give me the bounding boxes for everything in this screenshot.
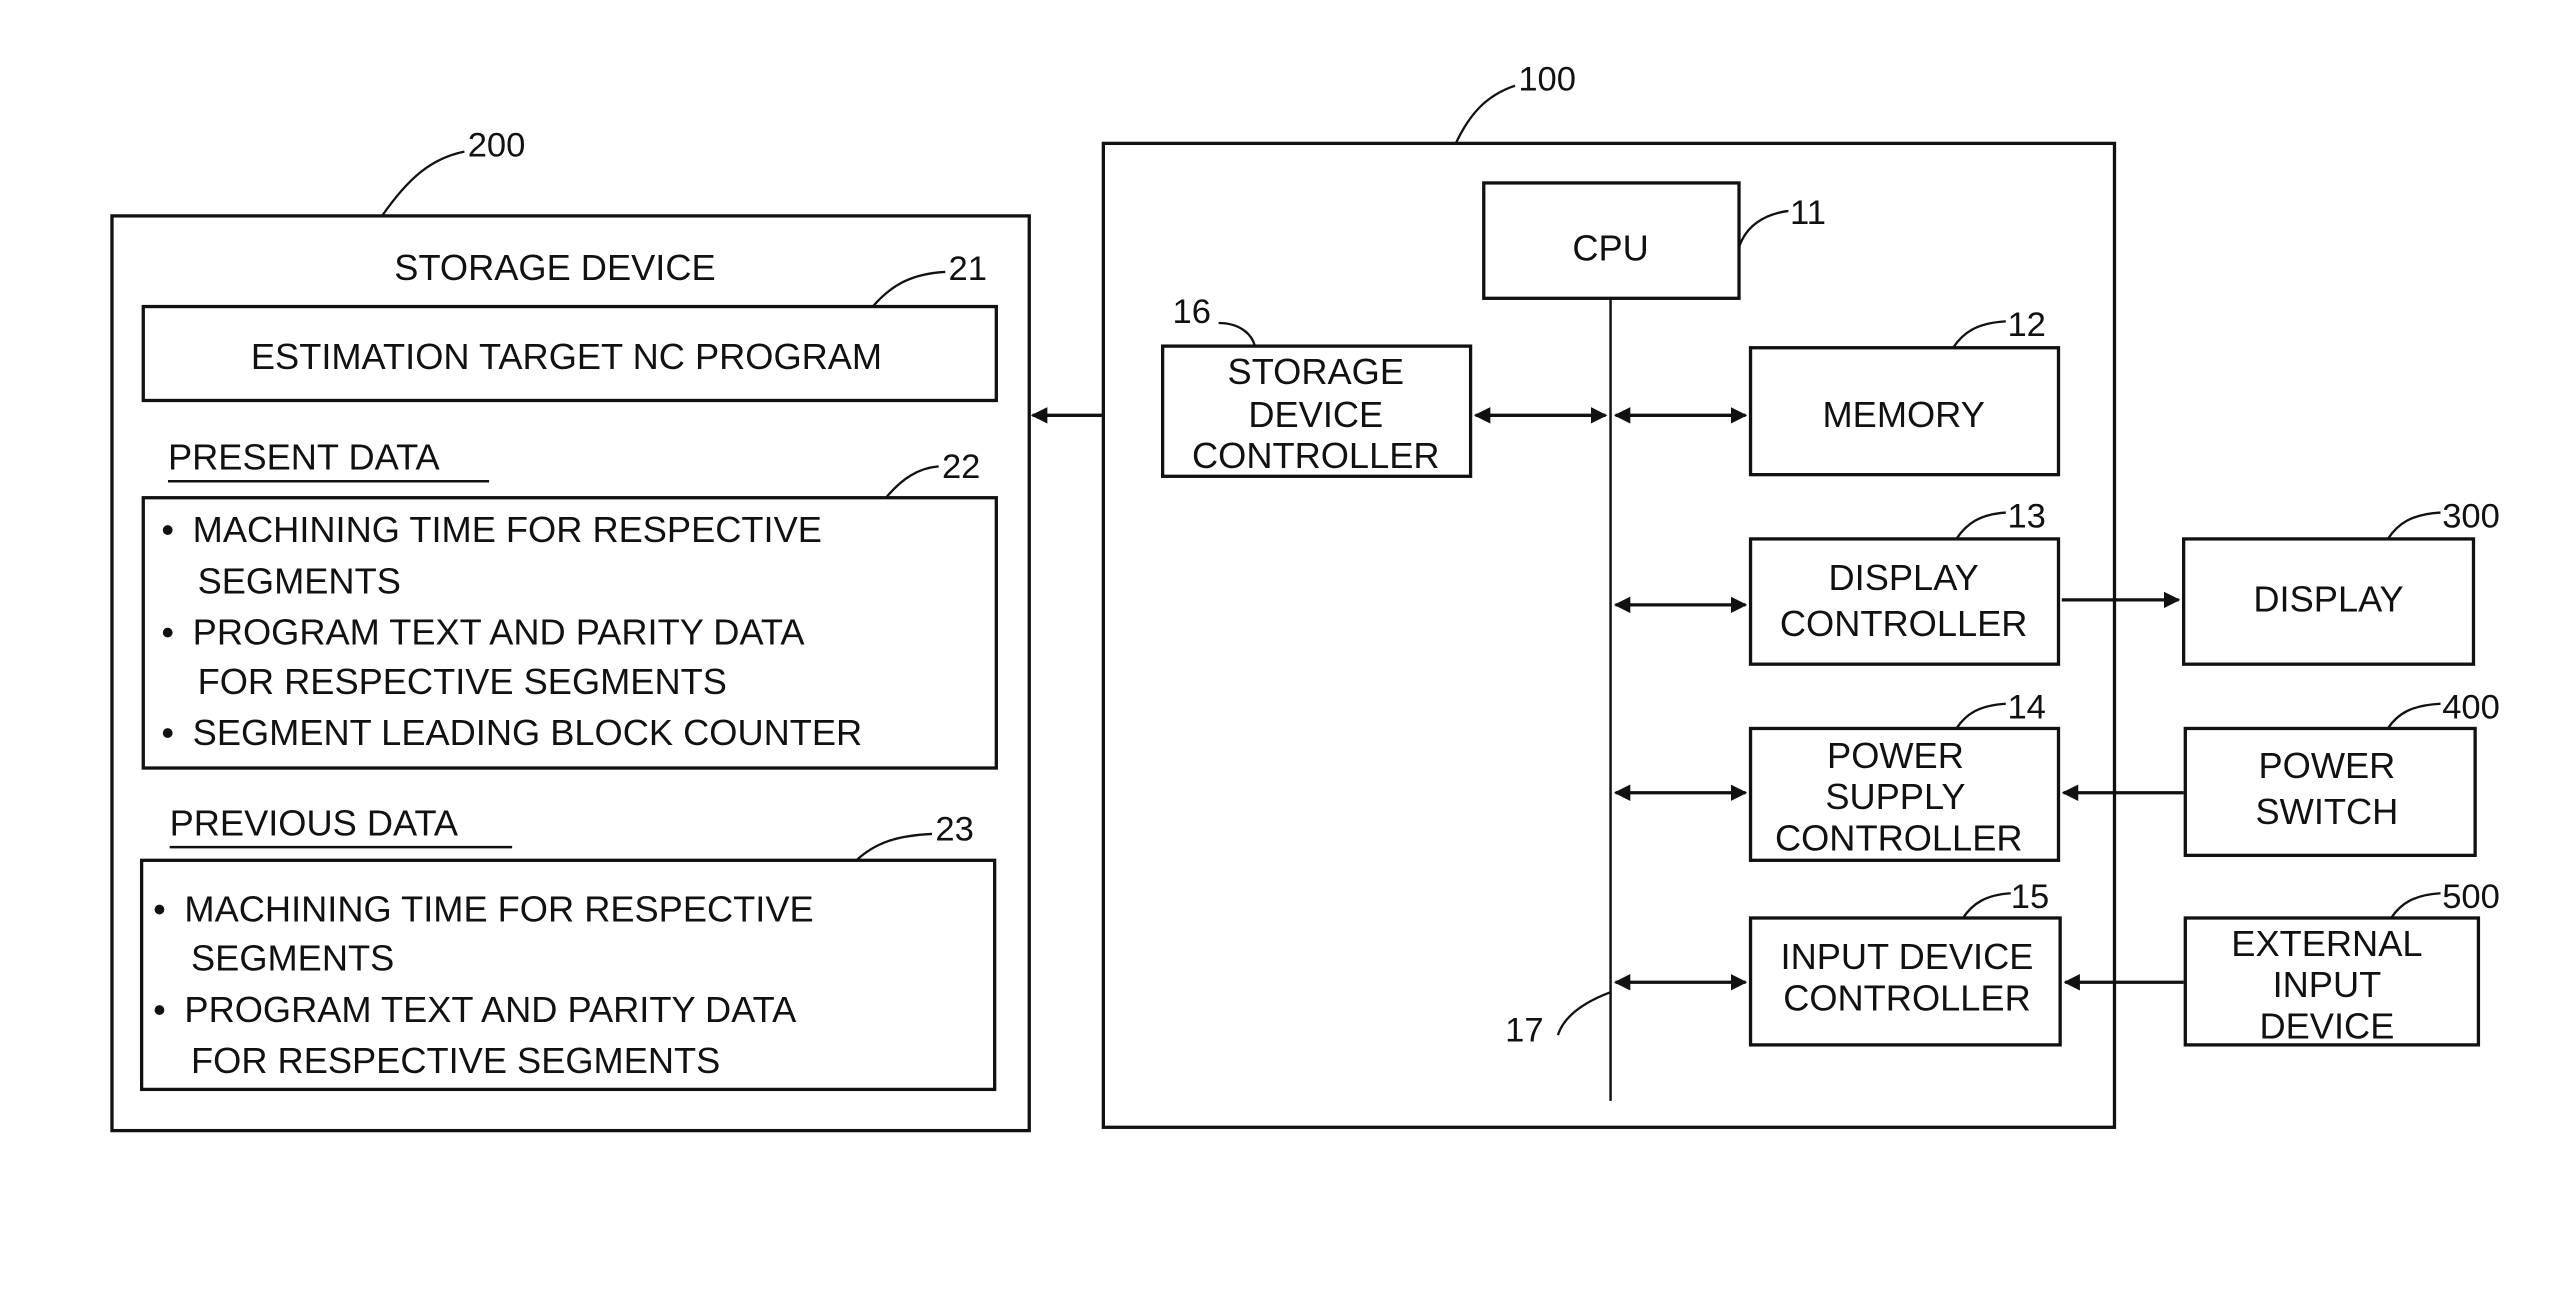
list-item-line: MACHINING TIME FOR RESPECTIVE: [193, 509, 822, 550]
previous-data-heading: PREVIOUS DATA: [170, 803, 459, 844]
ref-500: 500: [2442, 878, 2500, 916]
block-diagram: 200 STORAGE DEVICE ESTIMATION TARGET NC …: [110, 61, 2500, 1133]
sdc-line-1: STORAGE: [1228, 351, 1404, 392]
sdc-line-2: DEVICE: [1248, 394, 1383, 435]
list-item-line: SEGMENTS: [191, 938, 394, 979]
ref-23: 23: [935, 811, 973, 849]
memory-label: MEMORY: [1823, 394, 1985, 435]
bullet: •: [153, 888, 166, 929]
psc-line-2: SUPPLY: [1825, 776, 1965, 817]
ref-300: 300: [2442, 497, 2500, 535]
list-item-line: PROGRAM TEXT AND PARITY DATA: [184, 989, 797, 1030]
ref-11: 11: [1790, 194, 1826, 232]
storage-device-title: STORAGE DEVICE: [394, 247, 715, 288]
leader-200: [381, 150, 465, 217]
ref-100: 100: [1518, 61, 1576, 99]
eid-line-1: EXTERNAL: [2231, 923, 2422, 964]
ref-400: 400: [2442, 689, 2500, 727]
display-label: DISPLAY: [2253, 578, 2403, 619]
list-item-line: FOR RESPECTIVE SEGMENTS: [191, 1040, 720, 1081]
external-input-device-block: EXTERNAL INPUT DEVICE 500: [2063, 878, 2500, 1047]
ref-16: 16: [1173, 293, 1211, 331]
ref-14: 14: [2007, 689, 2045, 727]
storage-device-block: 200 STORAGE DEVICE ESTIMATION TARGET NC …: [110, 127, 1031, 1133]
sdc-line-3: CONTROLLER: [1192, 435, 1440, 476]
bullet: •: [161, 509, 174, 550]
power-switch-line-1: POWER: [2259, 745, 2396, 786]
nc-program-label: ESTIMATION TARGET NC PROGRAM: [251, 336, 882, 377]
cpu-label: CPU: [1572, 227, 1648, 268]
power-switch-line-2: SWITCH: [2255, 791, 2398, 832]
list-item-line: FOR RESPECTIVE SEGMENTS: [198, 661, 727, 702]
eid-line-2: INPUT: [2273, 964, 2382, 1005]
bullet: •: [153, 989, 166, 1030]
leader-500: [2390, 892, 2441, 919]
eid-line-3: DEVICE: [2259, 1005, 2394, 1046]
ref-22: 22: [942, 448, 980, 486]
leader-400: [2386, 702, 2441, 730]
psc-line-3: CONTROLLER: [1775, 817, 2023, 858]
ref-13: 13: [2007, 497, 2045, 535]
list-item-line: PROGRAM TEXT AND PARITY DATA: [193, 611, 806, 652]
leader-100: [1454, 84, 1516, 144]
ref-12: 12: [2007, 306, 2045, 344]
present-data-list: • MACHINING TIME FOR RESPECTIVE SEGMENTS…: [161, 509, 862, 753]
list-item-line: SEGMENTS: [198, 560, 401, 601]
dc-line-2: CONTROLLER: [1780, 603, 2028, 644]
idc-line-1: INPUT DEVICE: [1781, 936, 2034, 977]
present-data-heading: PRESENT DATA: [168, 437, 441, 478]
bullet: •: [161, 611, 174, 652]
ref-21: 21: [949, 250, 987, 288]
bullet: •: [161, 712, 174, 753]
list-item-line: SEGMENT LEADING BLOCK COUNTER: [193, 712, 863, 753]
psc-line-1: POWER: [1827, 735, 1964, 776]
dc-line-1: DISPLAY: [1829, 557, 1979, 598]
ref-15: 15: [2011, 878, 2049, 916]
list-item-line: MACHINING TIME FOR RESPECTIVE: [184, 888, 813, 929]
ref-200: 200: [468, 127, 526, 165]
leader-300: [2386, 511, 2441, 540]
ref-17: 17: [1505, 1012, 1543, 1050]
controller-unit-block: 100 17 CPU 11 STORAGE DEVICE CONTROLLER …: [1101, 61, 2117, 1129]
idc-line-2: CONTROLLER: [1783, 977, 2031, 1018]
power-switch-block: POWER SWITCH 400: [2061, 689, 2500, 858]
display-block: DISPLAY 300: [2061, 497, 2500, 666]
